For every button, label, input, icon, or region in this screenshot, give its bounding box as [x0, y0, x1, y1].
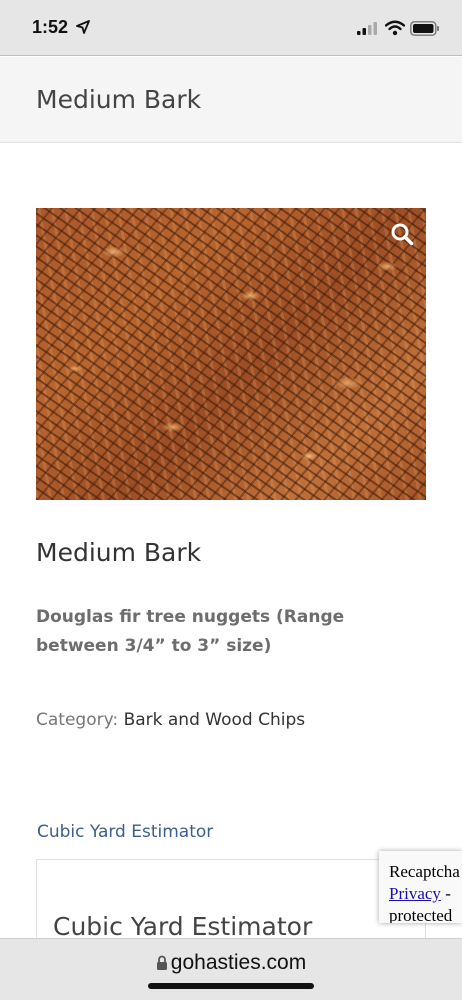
wifi-icon: [385, 20, 405, 36]
status-time: 1:52: [32, 17, 69, 37]
product-description: Douglas fir tree nuggets (Range between …: [36, 607, 345, 656]
address-bar[interactable]: gohasties.com: [0, 938, 462, 1000]
search-icon[interactable]: [390, 222, 414, 246]
lock-icon: [156, 955, 167, 970]
category-label: Category:: [36, 710, 119, 730]
status-bar: 1:52: [0, 0, 462, 56]
recaptcha-badge[interactable]: Recaptcha Privacy - protected: [379, 851, 462, 923]
privacy-link[interactable]: Privacy: [389, 884, 441, 903]
estimator-title: Cubic Yard Estimator: [53, 912, 313, 941]
site-header: Medium Bark: [0, 57, 462, 143]
recaptcha-separator: -: [440, 884, 451, 903]
home-indicator[interactable]: [148, 983, 314, 989]
url-text[interactable]: gohasties.com: [171, 951, 306, 975]
recaptcha-links: Privacy -: [389, 883, 462, 905]
battery-icon: [410, 21, 439, 36]
recaptcha-title: Recaptcha: [389, 862, 460, 881]
site-title[interactable]: Medium Bark: [36, 85, 201, 114]
estimator-link[interactable]: Cubic Yard Estimator: [37, 822, 213, 842]
product-category: Category: Bark and Wood Chips: [36, 710, 305, 730]
cellular-signal-icon: [357, 22, 377, 35]
recaptcha-protected: protected: [389, 906, 453, 923]
product-image[interactable]: [36, 208, 426, 500]
product-title: Medium Bark: [36, 538, 202, 567]
location-arrow-icon: [76, 20, 90, 34]
url-display[interactable]: gohasties.com: [0, 951, 462, 975]
category-link[interactable]: Bark and Wood Chips: [124, 710, 306, 730]
